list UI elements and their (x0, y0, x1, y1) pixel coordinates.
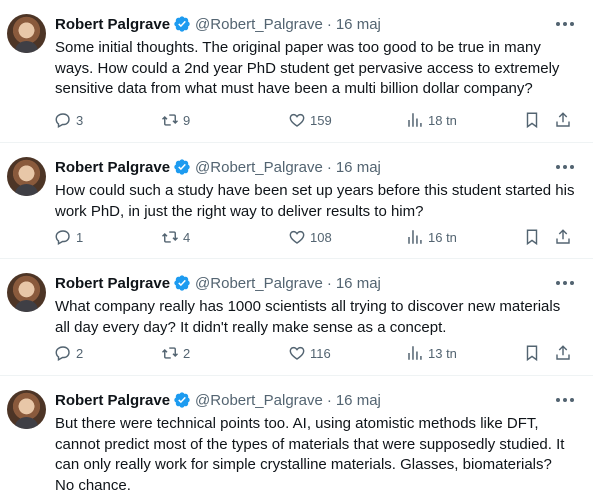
like-count: 116 (310, 345, 331, 361)
like-icon (289, 346, 305, 360)
more-options-icon[interactable] (556, 281, 574, 285)
repost-button[interactable]: 4 (161, 228, 190, 246)
verified-badge-icon[interactable] (173, 15, 191, 33)
bookmark-icon (526, 229, 538, 246)
views-icon (408, 113, 422, 127)
repost-icon (161, 231, 179, 243)
view-count: 18 tn (428, 112, 457, 128)
tweet-actions: 2 2 116 13 tn (54, 344, 579, 364)
tweet-text: What company really has 1000 scientists … (55, 298, 561, 336)
author-handle[interactable]: @Robert_Palgrave (195, 159, 323, 176)
bookmark-icon (526, 345, 538, 362)
like-button[interactable]: 108 (288, 228, 332, 246)
verified-badge-icon[interactable] (173, 158, 191, 176)
bookmark-button[interactable] (523, 344, 541, 362)
more-options-icon[interactable] (556, 165, 574, 169)
reply-button[interactable]: 1 (54, 228, 83, 246)
avatar[interactable] (7, 273, 46, 312)
avatar[interactable] (7, 157, 46, 196)
more-options-icon[interactable] (556, 22, 574, 26)
separator-dot: · (326, 391, 332, 409)
author-handle[interactable]: @Robert_Palgrave (195, 16, 323, 33)
timestamp[interactable]: 16 maj (336, 275, 381, 292)
tweet-text: Some initial thoughts. The original pape… (55, 39, 560, 97)
reply-count: 1 (76, 229, 84, 245)
reply-icon (55, 230, 70, 245)
reply-icon (55, 113, 70, 128)
author-name[interactable]: Robert Palgrave (55, 16, 170, 33)
bookmark-icon (526, 112, 538, 129)
author-name[interactable]: Robert Palgrave (55, 392, 170, 409)
reply-button[interactable]: 2 (54, 344, 83, 362)
share-icon (556, 229, 570, 244)
repost-icon (161, 114, 179, 126)
repost-icon (161, 347, 179, 359)
reply-count: 2 (76, 345, 84, 361)
more-options-icon[interactable] (556, 398, 574, 402)
author-name[interactable]: Robert Palgrave (55, 275, 170, 292)
timestamp[interactable]: 16 maj (336, 16, 381, 33)
repost-button[interactable]: 2 (161, 344, 190, 362)
bookmark-button[interactable] (523, 228, 541, 246)
tweet-2[interactable]: Robert Palgrave @Robert_Palgrave · 16 ma… (0, 143, 593, 259)
view-count: 16 tn (428, 229, 457, 245)
like-button[interactable]: 159 (288, 111, 332, 129)
tweet-actions: 1 4 108 16 tn (54, 228, 579, 248)
avatar[interactable] (7, 14, 46, 53)
author-name[interactable]: Robert Palgrave (55, 159, 170, 176)
reply-count: 3 (76, 112, 84, 128)
separator-dot: · (326, 274, 332, 292)
bookmark-button[interactable] (523, 111, 541, 129)
repost-count: 2 (183, 345, 191, 361)
share-button[interactable] (554, 111, 572, 129)
tweet-3[interactable]: Robert Palgrave @Robert_Palgrave · 16 ma… (0, 259, 593, 376)
tweet-header: Robert Palgrave @Robert_Palgrave · 16 ma… (55, 14, 381, 34)
separator-dot: · (326, 158, 332, 176)
tweet-1[interactable]: Robert Palgrave @Robert_Palgrave · 16 ma… (0, 0, 593, 143)
views-button[interactable]: 18 tn (406, 111, 457, 129)
reply-button[interactable]: 3 (54, 111, 83, 129)
tweet-text: But there were technical points too. AI,… (55, 415, 565, 490)
share-icon (556, 112, 570, 127)
repost-count: 4 (183, 229, 191, 245)
views-button[interactable]: 13 tn (406, 344, 457, 362)
view-count: 13 tn (428, 345, 457, 361)
share-button[interactable] (554, 344, 572, 362)
share-button[interactable] (554, 228, 572, 246)
like-icon (289, 230, 305, 244)
tweet-actions: 3 9 159 18 tn (54, 111, 579, 131)
views-icon (408, 346, 422, 360)
timestamp[interactable]: 16 maj (336, 159, 381, 176)
like-count: 108 (310, 229, 332, 245)
share-icon (556, 345, 570, 360)
separator-dot: · (326, 15, 332, 33)
avatar[interactable] (7, 390, 46, 429)
like-button[interactable]: 116 (288, 344, 331, 362)
like-count: 159 (310, 112, 332, 128)
author-handle[interactable]: @Robert_Palgrave (195, 392, 323, 409)
author-handle[interactable]: @Robert_Palgrave (195, 275, 323, 292)
tweet-text: How could such a study have been set up … (55, 182, 575, 220)
repost-button[interactable]: 9 (161, 111, 190, 129)
tweet-header: Robert Palgrave @Robert_Palgrave · 16 ma… (55, 273, 381, 293)
repost-count: 9 (183, 112, 191, 128)
verified-badge-icon[interactable] (173, 391, 191, 409)
tweet-4[interactable]: Robert Palgrave @Robert_Palgrave · 16 ma… (0, 376, 593, 490)
like-icon (289, 113, 305, 127)
verified-badge-icon[interactable] (173, 274, 191, 292)
tweet-header: Robert Palgrave @Robert_Palgrave · 16 ma… (55, 390, 381, 410)
timestamp[interactable]: 16 maj (336, 392, 381, 409)
tweet-header: Robert Palgrave @Robert_Palgrave · 16 ma… (55, 157, 381, 177)
views-icon (408, 230, 422, 244)
reply-icon (55, 346, 70, 361)
views-button[interactable]: 16 tn (406, 228, 457, 246)
